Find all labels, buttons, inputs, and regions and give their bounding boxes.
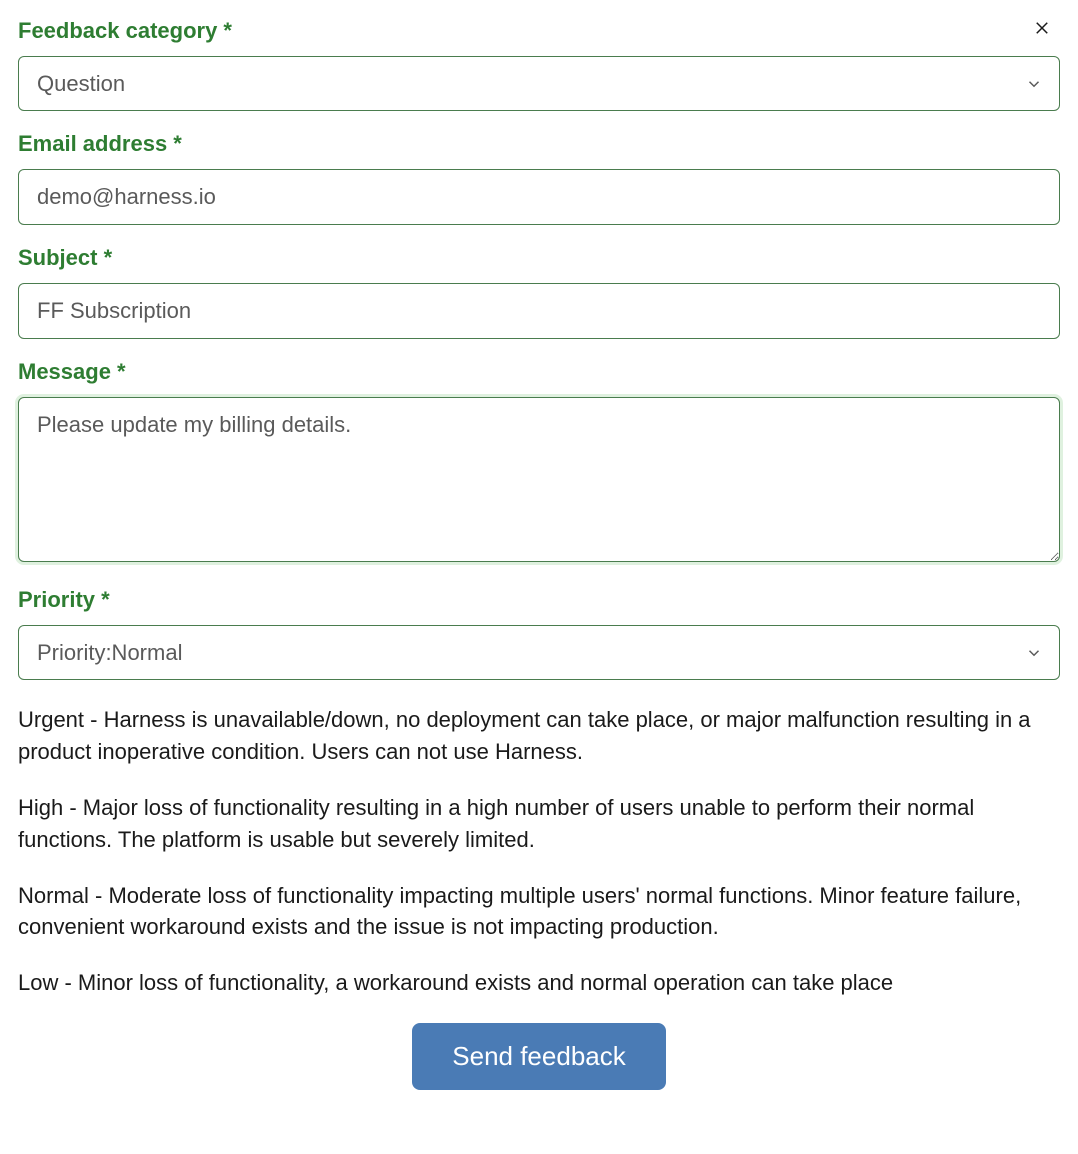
feedback-category-select[interactable]: Question <box>18 56 1060 111</box>
close-button[interactable] <box>1030 16 1054 40</box>
message-label: Message * <box>18 359 1060 385</box>
priority-select-wrapper: Priority:Normal <box>18 625 1060 680</box>
feedback-category-group: Feedback category * Question <box>18 18 1060 111</box>
priority-label: Priority * <box>18 587 1060 613</box>
submit-wrapper: Send feedback <box>18 1023 1060 1090</box>
priority-select[interactable]: Priority:Normal <box>18 625 1060 680</box>
close-icon <box>1033 19 1051 37</box>
subject-label: Subject * <box>18 245 1060 271</box>
priority-desc-normal: Normal - Moderate loss of functionality … <box>18 880 1060 944</box>
priority-desc-high: High - Major loss of functionality resul… <box>18 792 1060 856</box>
email-field[interactable] <box>18 169 1060 225</box>
subject-field[interactable] <box>18 283 1060 339</box>
priority-desc-urgent: Urgent - Harness is unavailable/down, no… <box>18 704 1060 768</box>
priority-descriptions: Urgent - Harness is unavailable/down, no… <box>18 704 1060 999</box>
message-group: Message * <box>18 359 1060 567</box>
priority-group: Priority * Priority:Normal <box>18 587 1060 680</box>
email-label: Email address * <box>18 131 1060 157</box>
priority-desc-low: Low - Minor loss of functionality, a wor… <box>18 967 1060 999</box>
subject-group: Subject * <box>18 245 1060 339</box>
message-field[interactable] <box>18 397 1060 562</box>
send-feedback-button[interactable]: Send feedback <box>412 1023 665 1090</box>
feedback-category-label: Feedback category * <box>18 18 1060 44</box>
email-group: Email address * <box>18 131 1060 225</box>
feedback-category-select-wrapper: Question <box>18 56 1060 111</box>
